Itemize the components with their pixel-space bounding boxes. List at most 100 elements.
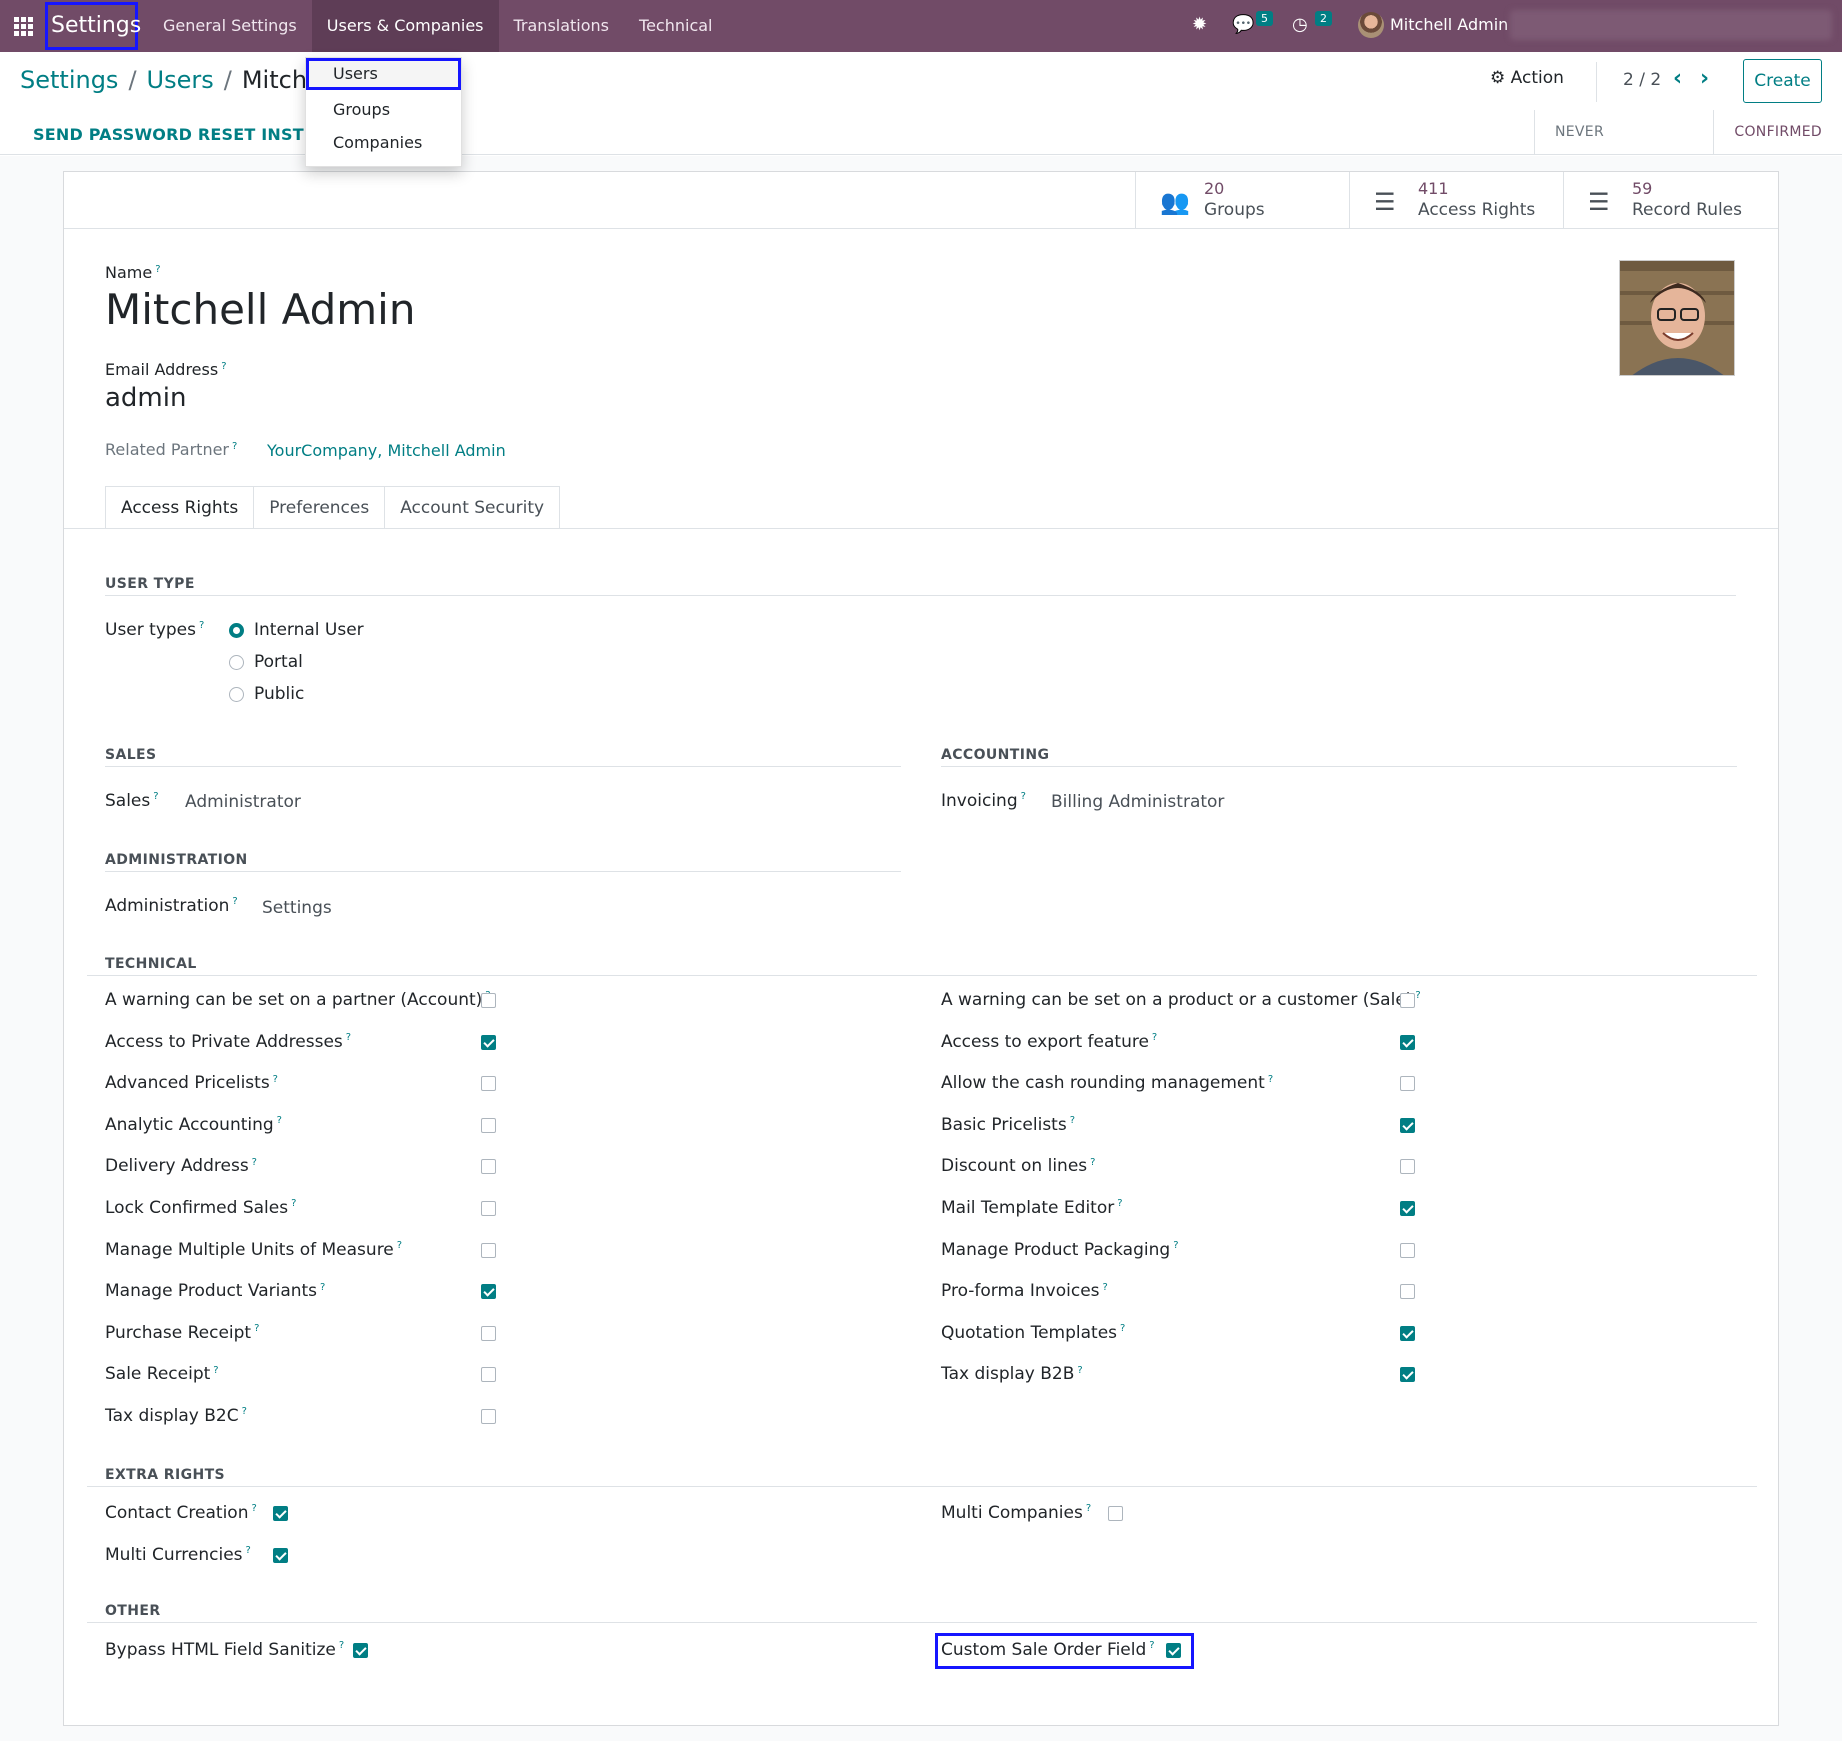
- administration-select[interactable]: Settings: [262, 898, 332, 918]
- access-rights-smart-button[interactable]: ☰ 411 Access Rights: [1349, 172, 1563, 228]
- bypass-html-sanitize-checkbox[interactable]: [353, 1643, 368, 1658]
- allow-the-cash-rounding-management-checkbox[interactable]: [1400, 1076, 1415, 1092]
- name-field[interactable]: Mitchell Admin: [105, 285, 415, 334]
- dropdown-item-users[interactable]: Users: [306, 58, 461, 90]
- chevron-left-icon[interactable]: ‹: [1673, 66, 1682, 91]
- a-warning-can-be-set-on-a-partner-account-checkbox[interactable]: [481, 993, 496, 1008]
- breadcrumb: Settings / Users / Mitchell: [20, 66, 335, 94]
- help-icon[interactable]: ?: [397, 1240, 402, 1251]
- help-icon[interactable]: ?: [1117, 1198, 1122, 1209]
- help-icon[interactable]: ?: [1070, 1115, 1075, 1126]
- help-icon[interactable]: ?: [1120, 1323, 1125, 1334]
- user-photo[interactable]: [1619, 260, 1735, 376]
- help-icon[interactable]: ?: [242, 1406, 247, 1417]
- help-icon[interactable]: ?: [1415, 990, 1420, 1001]
- multi-currencies-checkbox[interactable]: [273, 1548, 288, 1563]
- chat-icon[interactable]: 💬: [1232, 14, 1254, 35]
- radio-internal-user[interactable]: [229, 623, 244, 638]
- help-icon[interactable]: ?: [291, 1198, 296, 1209]
- access-to-export-feature-checkbox[interactable]: [1400, 1034, 1415, 1050]
- help-icon[interactable]: ?: [1149, 1640, 1154, 1651]
- groups-smart-button[interactable]: 👥 20 Groups: [1135, 172, 1349, 228]
- help-icon[interactable]: ?: [320, 1282, 325, 1293]
- app-brand[interactable]: Settings: [45, 2, 141, 50]
- help-icon[interactable]: ?: [339, 1640, 344, 1651]
- clock-icon[interactable]: ◷: [1292, 14, 1308, 35]
- help-icon[interactable]: ?: [273, 1074, 278, 1085]
- radio-portal[interactable]: [229, 655, 244, 670]
- help-icon[interactable]: ?: [1152, 1032, 1157, 1043]
- help-icon[interactable]: ?: [277, 1115, 282, 1126]
- breadcrumb-users[interactable]: Users: [147, 66, 214, 94]
- radio-public[interactable]: [229, 687, 244, 702]
- purchase-receipt-checkbox[interactable]: [481, 1325, 496, 1341]
- help-icon[interactable]: ?: [199, 620, 204, 631]
- menu-general-settings[interactable]: General Settings: [148, 0, 312, 52]
- help-icon[interactable]: ?: [254, 1323, 259, 1334]
- custom-sale-order-field-checkbox[interactable]: [1166, 1643, 1181, 1658]
- manage-product-variants-label: Manage Product Variants?: [105, 1281, 325, 1301]
- help-icon[interactable]: ?: [213, 1365, 218, 1376]
- chevron-right-icon[interactable]: ›: [1700, 66, 1709, 91]
- menu-translations[interactable]: Translations: [499, 0, 625, 52]
- pro-forma-invoices-checkbox[interactable]: [1400, 1284, 1415, 1300]
- invoicing-select[interactable]: Billing Administrator: [1051, 792, 1224, 812]
- menu-technical[interactable]: Technical: [624, 0, 727, 52]
- manage-product-variants-checkbox[interactable]: [481, 1284, 496, 1300]
- help-icon[interactable]: ?: [1103, 1282, 1108, 1293]
- help-icon[interactable]: ?: [1268, 1074, 1273, 1085]
- help-icon[interactable]: ?: [251, 1503, 256, 1514]
- action-button[interactable]: ⚙ Action: [1490, 68, 1564, 88]
- create-button[interactable]: Create: [1743, 59, 1822, 103]
- related-partner-link[interactable]: YourCompany, Mitchell Admin: [267, 441, 506, 460]
- section-divider: [87, 1622, 1757, 1623]
- menu-users-companies[interactable]: Users & Companies: [311, 0, 499, 52]
- a-warning-can-be-set-on-a-product-or-a-customer-sale-checkbox[interactable]: [1400, 993, 1415, 1008]
- basic-pricelists-checkbox[interactable]: [1400, 1117, 1415, 1133]
- help-icon[interactable]: ?: [221, 361, 226, 372]
- help-icon[interactable]: ?: [1086, 1503, 1091, 1514]
- record-rules-smart-button[interactable]: ☰ 59 Record Rules: [1563, 172, 1777, 228]
- help-icon[interactable]: ?: [153, 791, 158, 802]
- help-icon[interactable]: ?: [155, 264, 160, 275]
- breadcrumb-settings[interactable]: Settings: [20, 66, 118, 94]
- user-avatar[interactable]: [1358, 12, 1384, 38]
- dropdown-item-companies[interactable]: Companies: [306, 127, 461, 159]
- help-icon[interactable]: ?: [1077, 1365, 1082, 1376]
- user-menu-name[interactable]: Mitchell Admin: [1390, 15, 1508, 34]
- sales-select[interactable]: Administrator: [185, 792, 301, 812]
- help-icon[interactable]: ?: [1021, 791, 1026, 802]
- manage-multiple-units-of-measure-checkbox[interactable]: [481, 1242, 496, 1258]
- pager-value[interactable]: 2 / 2: [1623, 70, 1661, 90]
- analytic-accounting-checkbox[interactable]: [481, 1117, 496, 1133]
- apps-grid-icon[interactable]: [14, 17, 34, 36]
- contact-creation-checkbox[interactable]: [273, 1506, 288, 1521]
- help-icon[interactable]: ?: [1090, 1157, 1095, 1168]
- tax-display-b2c-checkbox[interactable]: [481, 1409, 496, 1424]
- mail-template-editor-checkbox[interactable]: [1400, 1201, 1415, 1216]
- bug-icon[interactable]: ✹: [1192, 14, 1207, 35]
- multi-companies-checkbox[interactable]: [1108, 1506, 1123, 1521]
- help-icon[interactable]: ?: [232, 441, 237, 452]
- tab-account-security[interactable]: Account Security: [385, 486, 561, 529]
- tab-preferences[interactable]: Preferences: [254, 486, 386, 529]
- a-warning-can-be-set-on-a-product-or-a-customer-sale-label-text: A warning can be set on a product or a c…: [941, 990, 1413, 1010]
- delivery-address-checkbox[interactable]: [481, 1159, 496, 1175]
- help-icon[interactable]: ?: [346, 1032, 351, 1043]
- help-icon[interactable]: ?: [252, 1157, 257, 1168]
- access-to-private-addresses-checkbox[interactable]: [481, 1034, 496, 1050]
- sale-receipt-checkbox[interactable]: [481, 1367, 496, 1383]
- help-icon[interactable]: ?: [1173, 1240, 1178, 1251]
- quotation-templates-checkbox[interactable]: [1400, 1325, 1415, 1341]
- tab-access-rights[interactable]: Access Rights: [105, 486, 255, 529]
- tax-display-b2b-checkbox[interactable]: [1400, 1367, 1415, 1383]
- manage-product-packaging-checkbox[interactable]: [1400, 1242, 1415, 1258]
- section-sales: SALES: [105, 747, 157, 763]
- discount-on-lines-checkbox[interactable]: [1400, 1159, 1415, 1175]
- help-icon[interactable]: ?: [246, 1545, 251, 1556]
- help-icon[interactable]: ?: [232, 896, 237, 907]
- dropdown-item-groups[interactable]: Groups: [306, 94, 461, 126]
- lock-confirmed-sales-checkbox[interactable]: [481, 1201, 496, 1216]
- email-field[interactable]: admin: [105, 383, 186, 413]
- advanced-pricelists-checkbox[interactable]: [481, 1076, 496, 1092]
